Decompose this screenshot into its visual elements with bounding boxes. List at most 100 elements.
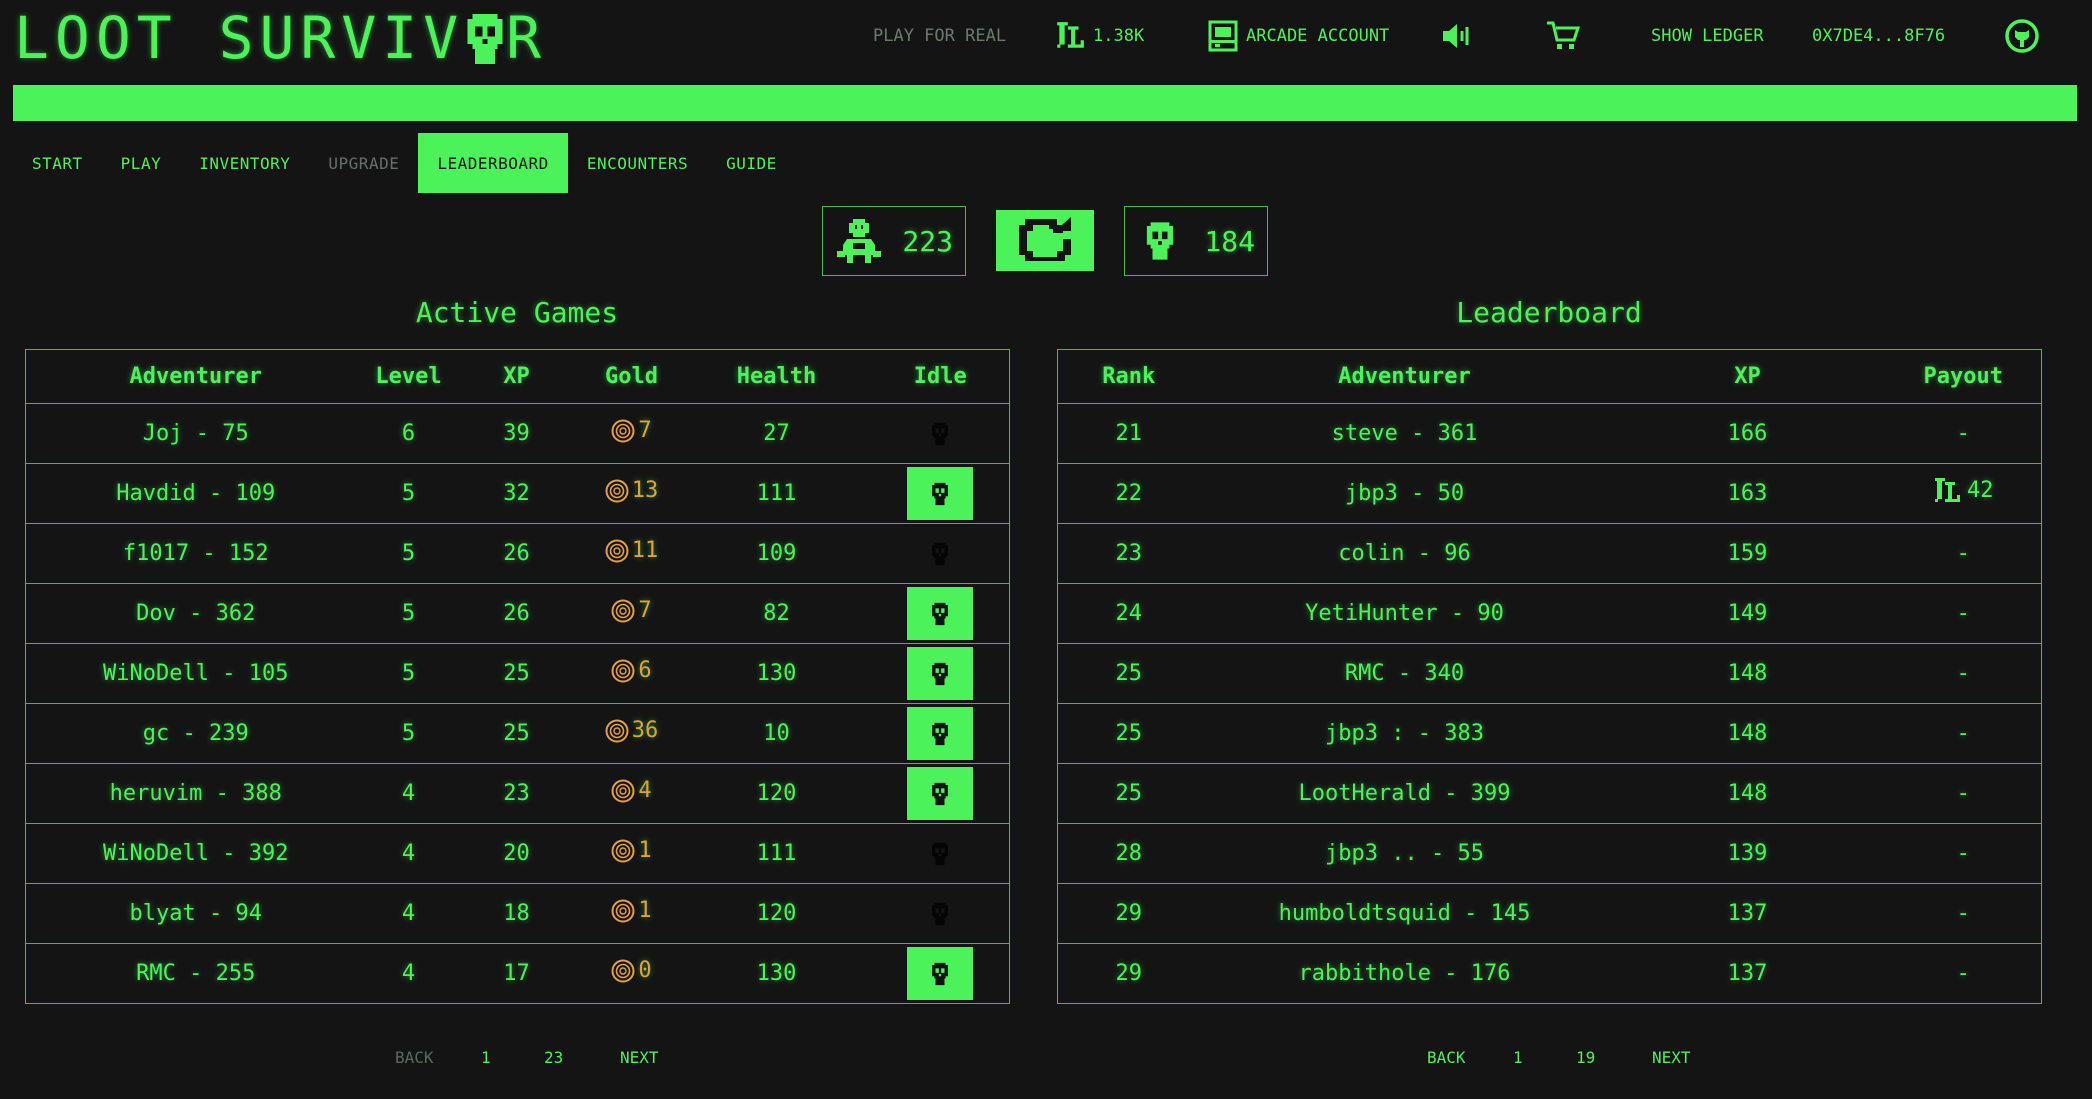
rank-value: 25 [1115, 661, 1143, 686]
tab-upgrade[interactable]: UPGRADE [309, 133, 418, 193]
xp-cell: 17 [451, 943, 582, 1004]
rank-value: 28 [1115, 841, 1143, 866]
column-header[interactable]: XP [1609, 349, 1886, 404]
adventurer-name: Joj - 75 [142, 421, 249, 446]
pager-last-page-button[interactable]: 19 [1576, 1048, 1652, 1067]
gold-amount: 36 [605, 718, 658, 743]
pager-next-button[interactable]: NEXT [1652, 1048, 1691, 1067]
skull-icon [931, 842, 949, 866]
show-ledger-button[interactable]: SHOW LEDGER [1651, 24, 1764, 48]
column-header[interactable]: Gold [581, 349, 682, 404]
table-row[interactable]: 21 steve - 361 166 - [1057, 403, 2042, 464]
tab-leaderboard[interactable]: LEADERBOARD [418, 133, 568, 193]
level-value: 5 [401, 541, 416, 566]
rank-value: 29 [1115, 961, 1143, 986]
table-row[interactable]: 24 YetiHunter - 90 149 - [1057, 583, 2042, 644]
column-header[interactable]: Health [681, 349, 872, 404]
idle-kill-button[interactable] [907, 947, 974, 1000]
idle-kill-button[interactable] [907, 707, 974, 760]
xp-value: 39 [503, 421, 530, 446]
pager-last-page-button[interactable]: 23 [544, 1048, 620, 1067]
column-header[interactable]: Idle [871, 349, 1010, 404]
main-nav: START PLAY INVENTORY UPGRADE LEADERBOARD… [13, 133, 796, 193]
table-row[interactable]: WiNoDell - 392 4 20 1 111 [25, 823, 1010, 884]
adventurer-cell: jbp3 : - 383 [1199, 703, 1610, 764]
adventurer-cell: WiNoDell - 105 [25, 643, 366, 704]
column-header[interactable]: XP [451, 349, 582, 404]
idle-kill-button[interactable] [907, 587, 974, 640]
health-cell: 120 [681, 763, 872, 824]
table-row[interactable]: 28 jbp3 .. - 55 139 - [1057, 823, 2042, 884]
xp-cell: 159 [1609, 523, 1886, 584]
table-row[interactable]: 25 LootHerald - 399 148 - [1057, 763, 2042, 824]
rank-value: 21 [1115, 421, 1143, 446]
payout-value: - [1956, 961, 1970, 986]
tab-encounters[interactable]: ENCOUNTERS [568, 133, 707, 193]
sound-toggle[interactable] [1441, 22, 1475, 50]
pager-back-button[interactable]: BACK [395, 1048, 481, 1067]
coin-icon [611, 419, 635, 443]
idle-kill-button[interactable] [907, 647, 974, 700]
skull-icon [931, 782, 949, 806]
adventurer-name: humboldtsquid - 145 [1278, 901, 1531, 926]
github-link[interactable] [2004, 18, 2040, 54]
column-header[interactable]: Rank [1057, 349, 1200, 404]
table-row[interactable]: WiNoDell - 105 5 25 6 130 [25, 643, 1010, 704]
adventurer-cell: rabbithole - 176 [1199, 943, 1610, 1004]
idle-kill-button[interactable] [907, 467, 974, 520]
cart-button[interactable] [1546, 20, 1580, 52]
table-row[interactable]: blyat - 94 4 18 1 120 [25, 883, 1010, 944]
play-for-real-button[interactable]: PLAY FOR REAL [873, 24, 1006, 48]
table-row[interactable]: RMC - 255 4 17 0 130 [25, 943, 1010, 1004]
wallet-address-button[interactable]: 0X7DE4...8F76 [1812, 24, 1945, 48]
tab-guide[interactable]: GUIDE [707, 133, 796, 193]
rank-value: 29 [1115, 901, 1143, 926]
pager-page-button[interactable]: 1 [1513, 1048, 1576, 1067]
tab-inventory[interactable]: INVENTORY [180, 133, 309, 193]
table-row[interactable]: 22 jbp3 - 50 163 42 [1057, 463, 2042, 524]
column-header[interactable]: Adventurer [25, 349, 366, 404]
table-header-row: Rank Adventurer XP Payout [1057, 349, 2042, 404]
pager-page-button[interactable]: 1 [481, 1048, 544, 1067]
payout-cell: - [1885, 583, 2042, 644]
table-row[interactable]: f1017 - 152 5 26 11 109 [25, 523, 1010, 584]
table-row[interactable]: 29 rabbithole - 176 137 - [1057, 943, 2042, 1004]
level-value: 4 [401, 901, 416, 926]
idle-kill-button[interactable] [907, 767, 974, 820]
pager-next-button[interactable]: NEXT [620, 1048, 659, 1067]
table-row[interactable]: 29 humboldtsquid - 145 137 - [1057, 883, 2042, 944]
app-logo[interactable]: LOOT SURVIV R [14, 6, 547, 70]
gold-amount: 11 [605, 538, 659, 564]
column-header[interactable]: Level [365, 349, 452, 404]
refresh-button[interactable] [996, 210, 1094, 271]
column-header[interactable]: Adventurer [1199, 349, 1610, 404]
health-value: 82 [763, 601, 790, 626]
tab-play[interactable]: PLAY [102, 133, 181, 193]
column-header[interactable]: Payout [1885, 349, 2042, 404]
gold-cell: 4 [581, 763, 682, 824]
table-row[interactable]: 25 jbp3 : - 383 148 - [1057, 703, 2042, 764]
table-row[interactable]: heruvim - 388 4 23 4 120 [25, 763, 1010, 824]
table-row[interactable]: Havdid - 109 5 32 13 111 [25, 463, 1010, 524]
adventurer-cell: gc - 239 [25, 703, 366, 764]
tab-start[interactable]: START [13, 133, 102, 193]
table-row[interactable]: Joj - 75 6 39 7 27 [25, 403, 1010, 464]
table-row[interactable]: gc - 239 5 25 36 10 [25, 703, 1010, 764]
adventurer-name: RMC - 340 [1344, 661, 1465, 686]
skull-icon [931, 422, 949, 446]
table-row[interactable]: 23 colin - 96 159 - [1057, 523, 2042, 584]
gold-value: 11 [631, 538, 659, 564]
arcade-account-button[interactable]: ARCADE ACCOUNT [1208, 20, 1389, 52]
adventurer-cell: YetiHunter - 90 [1199, 583, 1610, 644]
adventurer-cell: RMC - 340 [1199, 643, 1610, 704]
pager-back-button[interactable]: BACK [1427, 1048, 1513, 1067]
rank-cell: 29 [1057, 883, 1200, 944]
table-row[interactable]: Dov - 362 5 26 7 82 [25, 583, 1010, 644]
table-row[interactable]: 25 RMC - 340 148 - [1057, 643, 2042, 704]
adventurer-name: steve - 361 [1331, 421, 1478, 446]
adventurer-name: rabbithole - 176 [1298, 961, 1511, 986]
payout-amount: 42 [1933, 476, 1994, 506]
payout-cell: - [1885, 703, 2042, 764]
gold-cell: 36 [581, 703, 682, 764]
gold-value: 13 [631, 478, 659, 504]
